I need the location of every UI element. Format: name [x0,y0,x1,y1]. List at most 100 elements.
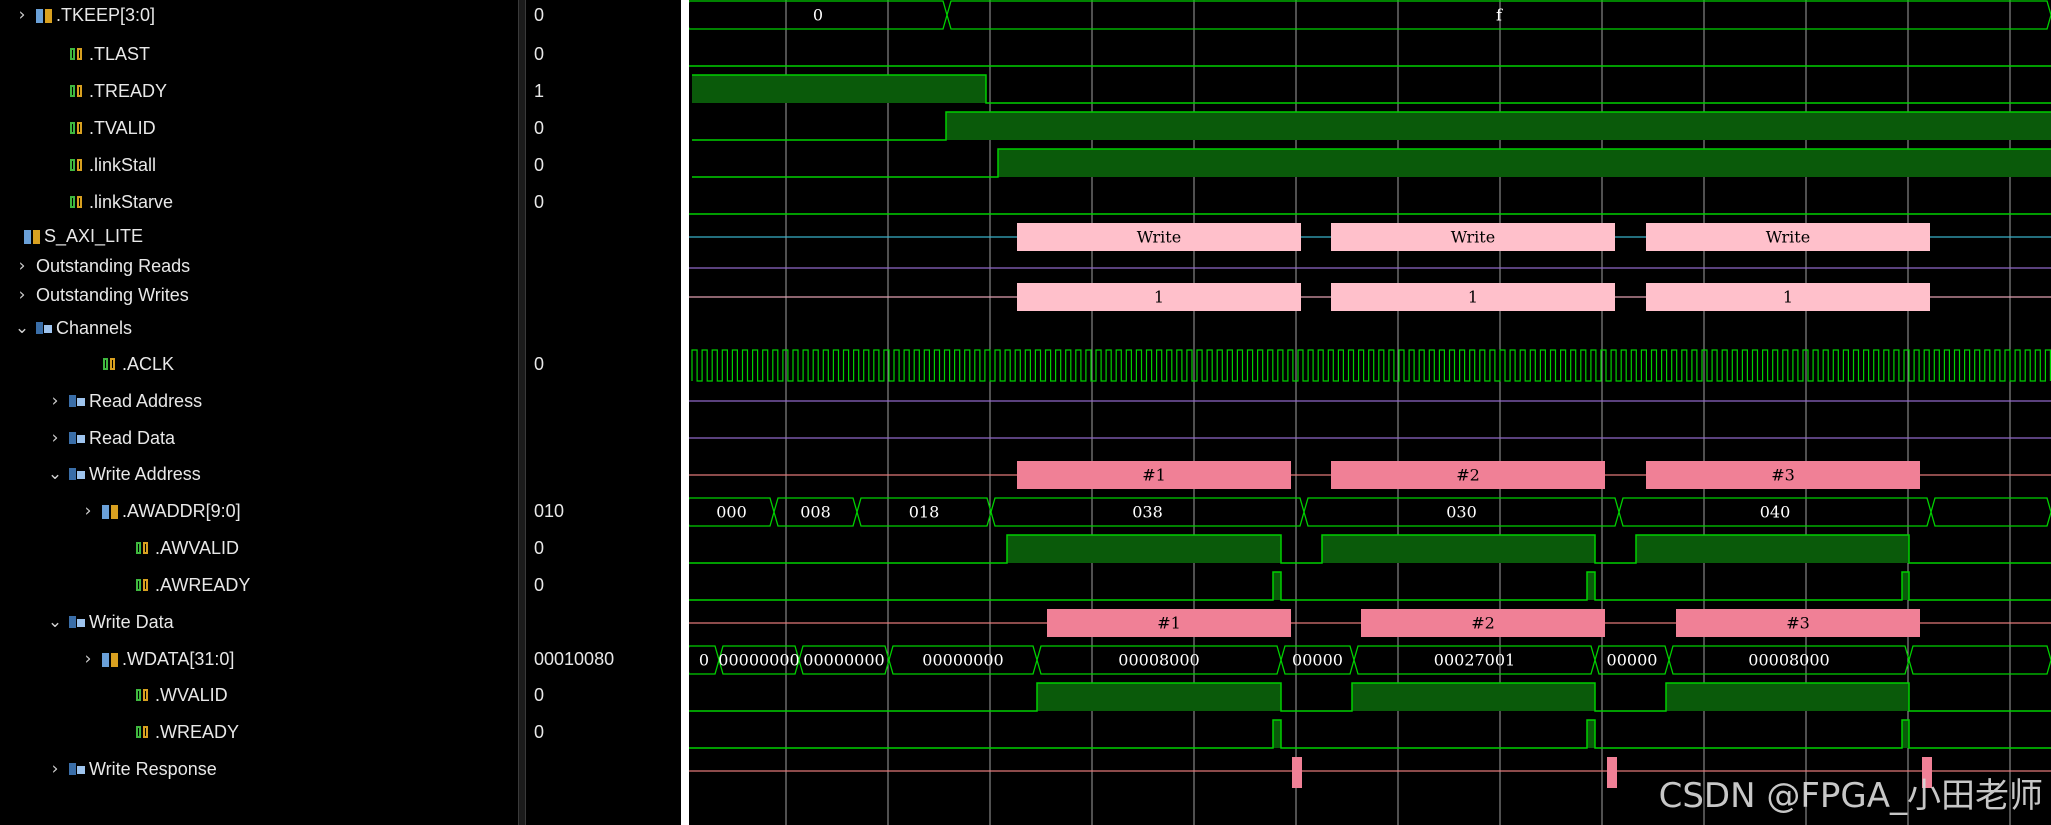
signal-value: 1 [534,80,545,101]
wdata-label: 00000000 [803,651,884,670]
aclk-trace [691,349,2051,382]
signal-row[interactable]: › .TKEEP[3:0] [0,0,532,30]
group-icon [36,320,52,336]
chevron-down-icon[interactable]: ⌄ [14,318,30,338]
signal-value: 0 [534,537,545,558]
signal-row[interactable]: ⌄ Channels [0,310,532,346]
signal-row[interactable]: › Read Address [0,383,565,419]
name-value-splitter[interactable] [518,0,526,825]
wdata-label: 00000000 [718,651,799,670]
waveform-canvas[interactable]: 0 f Write Write Write 1 1 1 #1 #2 #3 000 008 018 038 03… [689,0,2051,825]
wready-high-fill [1273,720,1281,748]
signal-name: Read Address [89,390,203,411]
signal-name: Read Data [89,427,176,448]
tvalid-high-fill [946,112,2051,140]
signal-name: .linkStarve [89,191,174,212]
outstanding-write-label: 1 [1468,288,1478,307]
awaddr-label: 030 [1446,503,1477,522]
chevron-right-icon[interactable]: › [47,759,63,779]
chevron-right-icon[interactable]: › [14,5,30,25]
group-icon [69,614,85,630]
signal-row[interactable]: .linkStarve [0,184,565,220]
signal-name: .TREADY [89,80,168,101]
signal-icon [69,157,85,173]
signal-icon [135,687,151,703]
w-txn-label: #1 [1157,614,1181,633]
awready-high-fill [1587,572,1595,600]
signal-name: .ACLK [122,353,175,374]
signal-icon [102,356,118,372]
chevron-right-icon[interactable]: › [80,649,96,669]
signal-row[interactable]: › Read Data [0,420,565,456]
chevron-right-icon[interactable]: › [47,391,63,411]
signal-name: S_AXI_LITE [44,225,144,246]
wdata-label: 00000000 [922,651,1003,670]
signal-row[interactable]: .TLAST [0,36,565,72]
chevron-right-icon[interactable]: › [80,501,96,521]
chevron-right-icon[interactable]: › [14,256,30,276]
signal-name: .TVALID [89,117,156,138]
signal-row[interactable]: › .AWADDR[9:0] [0,493,598,529]
signal-row[interactable]: ⌄ Write Data [0,604,565,640]
signal-row[interactable]: .ACLK [0,346,598,382]
wdata-label: 00008000 [1118,651,1199,670]
signal-value: 0 [534,684,545,705]
signal-row[interactable]: S_AXI_LITE [0,221,520,251]
chevron-down-icon[interactable]: ⌄ [47,464,63,484]
outstanding-write-label: 1 [1783,288,1793,307]
signal-name: Write Address [89,463,201,484]
value-wave-splitter[interactable] [681,0,689,825]
signal-row[interactable]: .TREADY [0,73,565,109]
signal-row[interactable]: .TVALID [0,110,565,146]
wdata-segment [1908,645,2051,675]
awready-high-fill [1902,572,1909,600]
chevron-right-icon[interactable]: › [47,428,63,448]
watermark: CSDN @FPGA_小田老师 [1658,776,2043,816]
wready-high-fill [1902,720,1909,748]
signal-icon [69,194,85,210]
w-txn-label: #2 [1471,614,1495,633]
signal-value: 0 [534,4,545,25]
awaddr-label: 018 [909,503,940,522]
write-txn-label: Write [1451,228,1495,247]
awvalid-high-fill [1636,535,1909,563]
wdata-label: 00000 [1292,651,1343,670]
write-txn-label: Write [1766,228,1810,247]
signal-name: Write Response [89,758,217,779]
signal-row[interactable]: › Outstanding Writes [0,281,532,309]
signal-row[interactable]: › Write Response [0,751,565,787]
signal-name: Outstanding Writes [36,284,189,305]
signal-name: .TKEEP[3:0] [56,4,156,25]
signal-value-panel: 0 0 1 0 0 0 0 010 0 0 00010080 0 0 [526,0,681,825]
wready-high-fill [1587,720,1595,748]
wvalid-high-fill [1352,683,1595,711]
signal-row[interactable]: › .WDATA[31:0] [0,641,598,677]
chevron-right-icon[interactable]: › [14,285,30,305]
signal-row[interactable]: › Outstanding Reads [0,252,532,280]
signal-name: .WDATA[31:0] [122,648,235,669]
wdata-label: 00000 [1607,651,1658,670]
awready-high-fill [1273,572,1281,600]
signal-name: .AWVALID [155,537,240,558]
outstanding-write-label: 1 [1154,288,1164,307]
signal-value: 0 [534,353,545,374]
signal-row[interactable]: .linkStall [0,147,565,183]
signal-icon [135,540,151,556]
aw-txn-label: #3 [1771,466,1795,485]
signal-row[interactable]: ⌄ Write Address [0,456,565,492]
signal-name-panel: › .TKEEP[3:0] .TLAST .TREADY .TVALID .linkSta… [0,0,518,825]
b-txn-marker [1607,757,1617,788]
awvalid-high-fill [1322,535,1595,563]
awaddr-segment [1930,497,2051,527]
signal-name: .WVALID [155,684,228,705]
signal-icon [135,724,151,740]
wready-trace [689,719,2051,749]
awvalid-high-fill [1007,535,1281,563]
aw-txn-label: #1 [1142,466,1166,485]
signal-value: 0 [534,154,545,175]
b-txn-marker [1292,757,1302,788]
wdata-label: 0 [699,651,709,670]
awready-trace [689,571,2051,601]
chevron-down-icon[interactable]: ⌄ [47,612,63,632]
awaddr-label: 040 [1760,503,1791,522]
